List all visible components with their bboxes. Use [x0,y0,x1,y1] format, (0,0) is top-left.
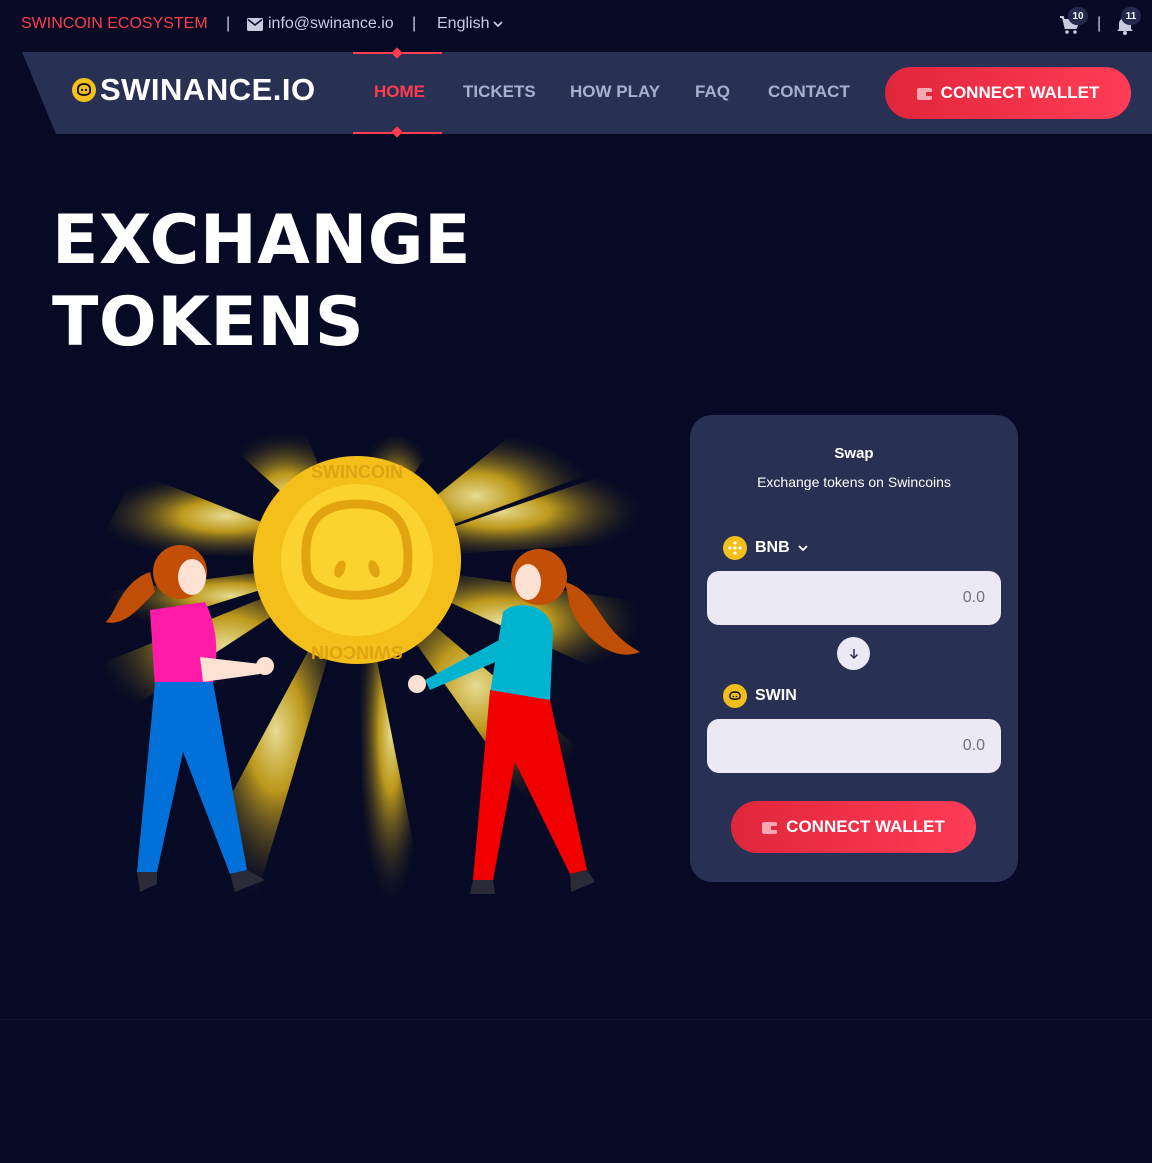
page-title: EXCHANGE TOKENS [52,200,471,364]
email-text: info@swinance.io [268,15,394,32]
section-divider [0,1019,1152,1020]
wallet-icon [762,821,779,834]
language-label: English [437,15,490,32]
coin-text-bottom: SWINCOIN [311,642,403,662]
swap-card: Swap Exchange tokens on Swincoins BNB SW… [690,415,1018,882]
swincoin-coin: SWINCOIN SWINCOIN [253,456,461,664]
swap-title: Swap [834,445,874,462]
hero-illustration: SWINCOIN SWINCOIN [95,432,643,902]
nav-tickets[interactable]: TICKETS [463,82,536,102]
to-amount-input[interactable] [707,719,1001,773]
nav-how-play[interactable]: HOW PLAY [570,82,660,102]
separator: | [412,15,417,32]
language-selector[interactable]: English [437,15,504,33]
swap-direction-button[interactable] [837,637,870,670]
from-token-selector[interactable]: BNB [723,536,808,560]
to-token-label: SWIN [755,687,797,704]
chevron-down-icon [493,20,504,27]
nav-home[interactable]: HOME [374,82,425,102]
notification-count-badge: 11 [1121,7,1141,25]
from-amount-input[interactable] [707,571,1001,625]
swin-icon [723,684,747,708]
to-token-display: SWIN [723,684,797,708]
ecosystem-link[interactable]: SWINCOIN ECOSYSTEM [21,15,208,33]
nav-faq[interactable]: FAQ [695,82,730,102]
email-link[interactable]: info@swinance.io [247,15,394,33]
site-logo[interactable]: SWINANCE.IO [71,72,316,108]
wallet-icon [916,87,933,100]
bnb-icon [723,536,747,560]
top-bar: SWINCOIN ECOSYSTEM | info@swinance.io | … [0,0,1152,50]
logo-text: SWINANCE.IO [100,72,316,107]
chevron-down-icon [798,544,808,551]
swap-connect-wallet-button[interactable]: CONNECT WALLET [731,801,976,853]
title-line-2: TOKENS [52,283,365,362]
nav-contact[interactable]: CONTACT [768,82,850,102]
swap-subtitle: Exchange tokens on Swincoins [757,474,951,490]
from-token-label: BNB [755,539,790,556]
swin-logo-icon [72,78,96,102]
page: SWINCOIN ECOSYSTEM | info@swinance.io | … [0,0,1152,1163]
coin-text: SWINCOIN [311,462,403,482]
connect-wallet-button[interactable]: CONNECT WALLET [885,67,1131,119]
envelope-icon [247,17,263,31]
separator: | [1097,15,1102,32]
cart-count-badge: 10 [1068,7,1088,25]
arrow-down-icon [849,648,858,659]
title-line-1: EXCHANGE [52,201,472,280]
separator: | [226,15,231,32]
connect-wallet-label: CONNECT WALLET [940,83,1100,102]
swap-connect-wallet-label: CONNECT WALLET [786,817,945,836]
